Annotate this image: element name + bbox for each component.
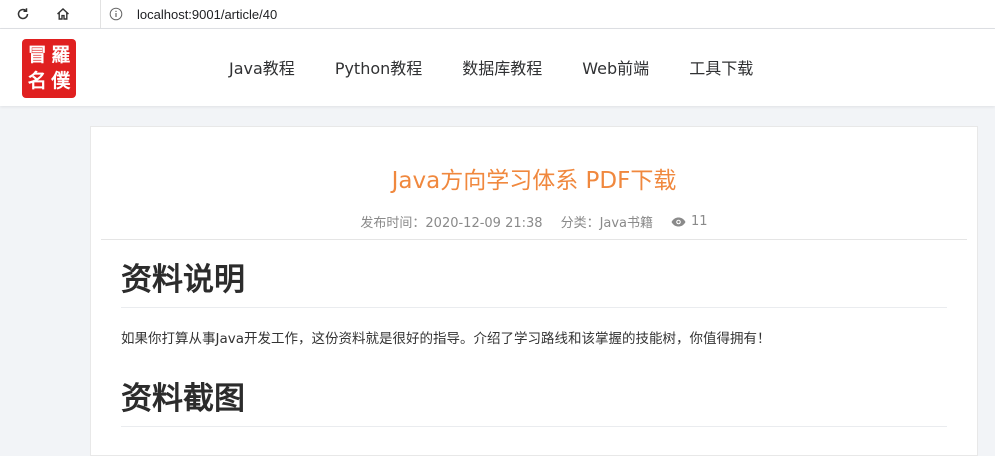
meta-divider [101, 239, 967, 240]
reload-icon[interactable] [10, 2, 36, 26]
section-heading: 资料说明 [121, 262, 245, 298]
eye-icon [671, 217, 686, 227]
article-title: Java方向学习体系 PDF下载 [391, 168, 677, 194]
nav-item-database[interactable]: 数据库教程 [462, 55, 542, 79]
logo-char: 僕 [51, 70, 71, 92]
article-meta: 发布时间：2020-12-09 21:38 分类：Java书籍 11 [91, 212, 977, 231]
nav-item-tools[interactable]: 工具下载 [689, 55, 753, 79]
nav-item-java[interactable]: Java教程 [229, 55, 295, 79]
publish-time: 发布时间：2020-12-09 21:38 [360, 216, 543, 231]
address-bar[interactable]: localhost:9001/article/40 [100, 0, 995, 28]
info-icon[interactable] [101, 7, 131, 21]
view-count: 11 [691, 214, 708, 229]
logo-char: 羅 [51, 44, 71, 66]
home-icon[interactable] [50, 2, 76, 26]
url-text[interactable]: localhost:9001/article/40 [137, 7, 277, 22]
heading-rule [121, 307, 947, 308]
category-label[interactable]: 分类：Java书籍 [561, 212, 653, 231]
site-header: 冒 羅 名 僕 Java教程 Python教程 数据库教程 Web前端 工具下载 [0, 29, 995, 106]
section-paragraph: 如果你打算从事Java开发工作，这份资料就是很好的指导。介绍了学习路线和该掌握的… [121, 331, 771, 347]
article-card: Java方向学习体系 PDF下载 发布时间：2020-12-09 21:38 分… [90, 126, 978, 456]
section-heading: 资料截图 [121, 381, 245, 417]
main-nav: Java教程 Python教程 数据库教程 Web前端 工具下载 [229, 55, 793, 79]
nav-item-python[interactable]: Python教程 [335, 55, 422, 79]
nav-item-web[interactable]: Web前端 [582, 55, 649, 79]
site-logo[interactable]: 冒 羅 名 僕 [22, 39, 76, 98]
logo-char: 冒 [27, 44, 47, 66]
browser-toolbar: localhost:9001/article/40 [0, 0, 995, 29]
heading-rule [121, 426, 947, 427]
logo-char: 名 [27, 70, 47, 92]
